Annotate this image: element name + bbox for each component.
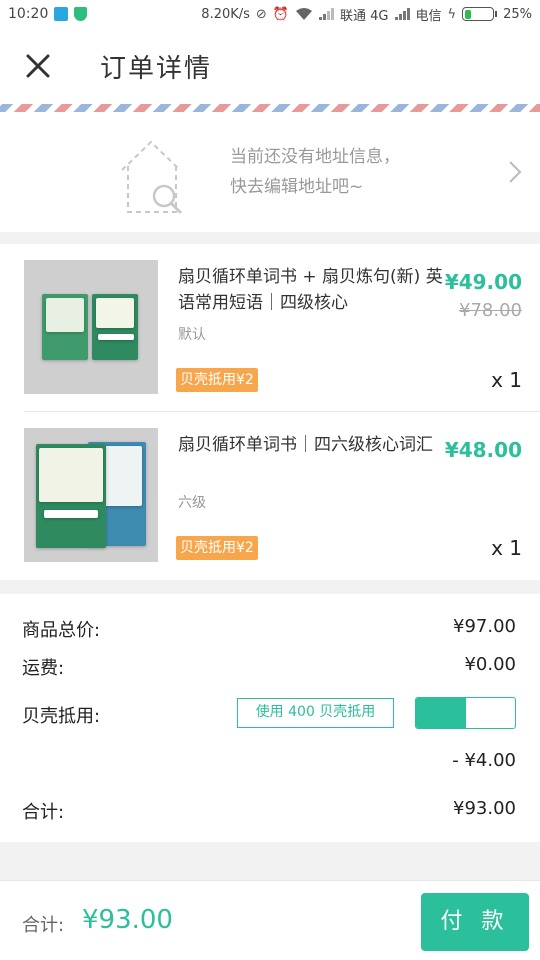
app-notification-icon	[54, 7, 69, 21]
order-summary: 商品总价: ¥97.00 运费: ¥0.00 贝壳抵用: 使用 400 贝壳抵用…	[0, 594, 540, 842]
subtotal-value: ¥97.00	[453, 616, 516, 637]
product-list: 扇贝循环单词书 + 扇贝炼句(新) 英语常用短语｜四级核心 默认 贝壳抵用¥2 …	[0, 244, 540, 580]
product-quantity: x 1	[491, 536, 522, 560]
address-section[interactable]: 当前还没有地址信息， 快去编辑地址吧~	[0, 112, 540, 232]
shell-discount-value: - ¥4.00	[452, 750, 516, 771]
product-name: 扇贝循环单词书 + 扇贝炼句(新) 英语常用短语｜四级核心	[178, 267, 443, 313]
airmail-divider	[0, 104, 540, 112]
wifi-icon	[296, 8, 313, 20]
carrier-2: 电信	[415, 8, 442, 24]
product-original-price: ¥78.00	[459, 300, 522, 321]
status-time: 10:20	[8, 6, 49, 22]
status-bar: 10:20 8.20K/s ⊘ ⏰ 联通 4G 电信 ϟ 25%	[0, 0, 540, 28]
alarm-icon: ⏰	[272, 6, 290, 22]
product-spec: 默认	[178, 327, 206, 343]
toggle-track-on	[416, 698, 466, 728]
shell-discount-tag: 贝壳抵用¥2	[176, 536, 258, 560]
carrier-1: 联通 4G	[340, 8, 389, 24]
product-spec: 六级	[178, 495, 206, 511]
mute-icon: ⊘	[255, 6, 267, 22]
product-item[interactable]: 扇贝循环单词书｜四六级核心词汇 六级 贝壳抵用¥2 ¥48.00 x 1	[24, 412, 540, 580]
address-line-2: 快去编辑地址吧~	[230, 177, 364, 197]
bottom-total-label: 合计:	[22, 915, 65, 936]
bottom-total-value: ¥93.00	[82, 905, 173, 935]
shell-toggle[interactable]	[415, 697, 516, 729]
page-title: 订单详情	[100, 53, 213, 84]
header: 订单详情	[0, 28, 540, 104]
product-name: 扇贝循环单词书｜四六级核心词汇	[178, 435, 433, 455]
signal-icon-2	[394, 8, 410, 20]
chevron-right-icon	[509, 161, 522, 183]
network-speed: 8.20K/s	[201, 6, 250, 22]
shell-label: 贝壳抵用:	[22, 706, 101, 727]
use-shell-button[interactable]: 使用 400 贝壳抵用	[237, 698, 394, 728]
product-thumbnail	[24, 428, 158, 562]
product-thumbnail	[24, 260, 158, 394]
close-icon	[26, 54, 50, 78]
shipping-label: 运费:	[22, 658, 65, 679]
product-price: ¥48.00	[444, 438, 522, 462]
house-search-icon	[121, 140, 182, 214]
shipping-value: ¥0.00	[464, 654, 516, 675]
total-value: ¥93.00	[453, 798, 516, 819]
battery-percent: 25%	[503, 6, 532, 22]
signal-icon	[319, 8, 335, 20]
address-empty-text: 当前还没有地址信息， 快去编辑地址吧~	[230, 142, 400, 202]
total-label: 合计:	[22, 802, 65, 823]
bottom-bar: 合计: ¥93.00 付 款	[0, 880, 540, 960]
close-button[interactable]	[0, 28, 76, 104]
shell-discount-tag: 贝壳抵用¥2	[176, 368, 258, 392]
pay-button[interactable]: 付 款	[421, 893, 529, 951]
subtotal-label: 商品总价:	[22, 620, 101, 641]
product-quantity: x 1	[491, 368, 522, 392]
battery-icon	[462, 7, 498, 21]
address-line-1: 当前还没有地址信息，	[230, 147, 400, 167]
toggle-knob	[466, 698, 514, 728]
shield-icon	[74, 7, 88, 21]
order-detail-page: 10:20 8.20K/s ⊘ ⏰ 联通 4G 电信 ϟ 25% 订单详情 当前…	[0, 0, 540, 960]
product-price: ¥49.00	[444, 270, 522, 294]
charging-icon: ϟ	[447, 6, 457, 22]
product-item[interactable]: 扇贝循环单词书 + 扇贝炼句(新) 英语常用短语｜四级核心 默认 贝壳抵用¥2 …	[24, 244, 540, 412]
